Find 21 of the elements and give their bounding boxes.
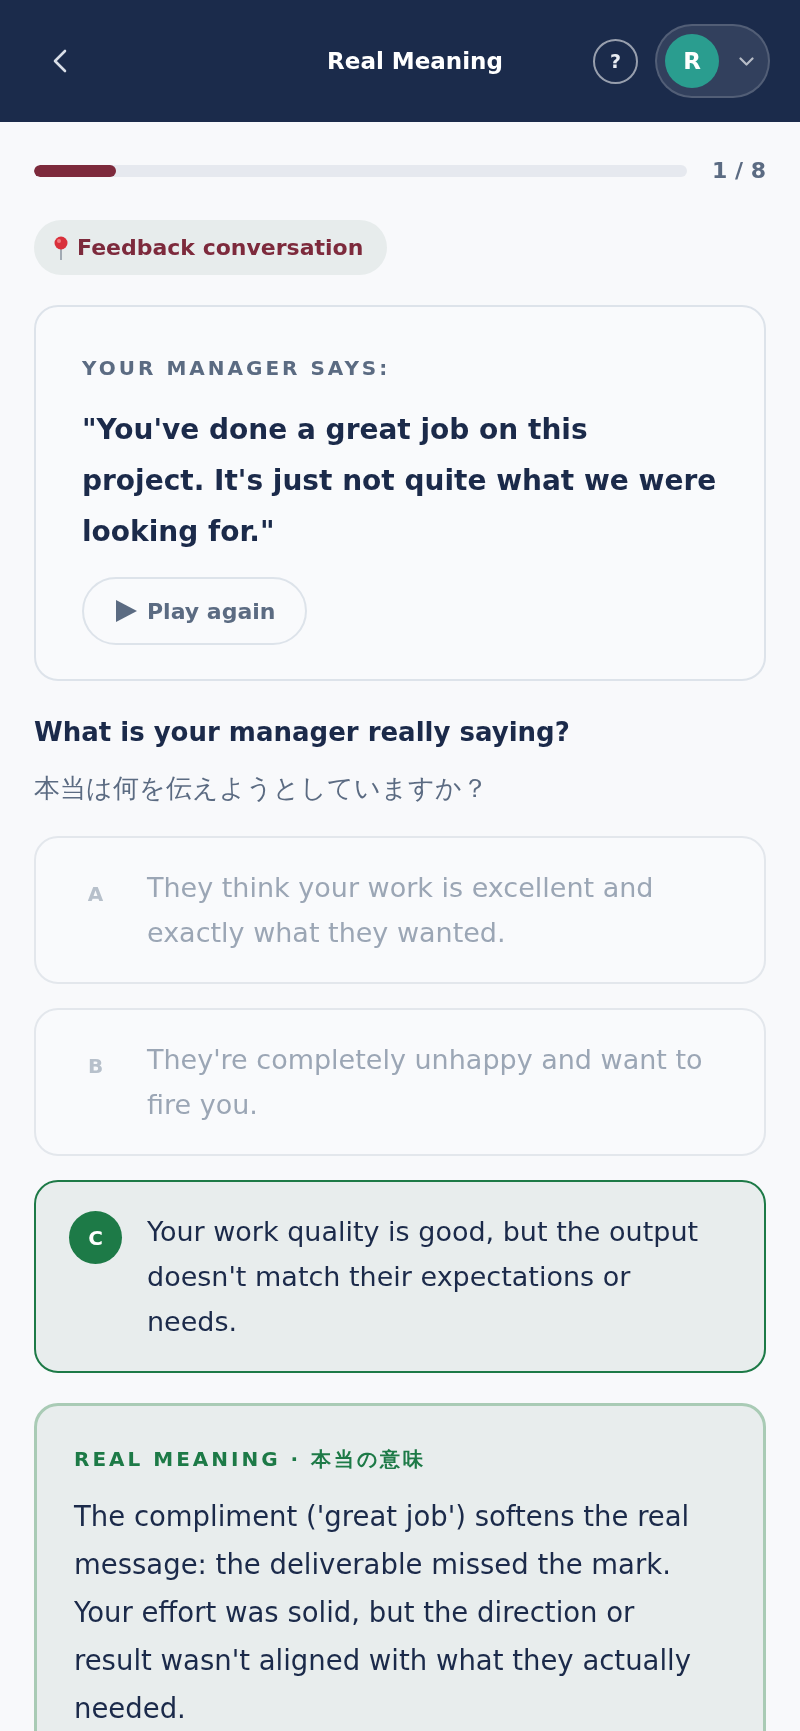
account-menu-button[interactable]: R (655, 24, 770, 98)
option-letter: B (86, 1052, 105, 1080)
back-icon (53, 49, 67, 73)
explanation-text: The compliment ('great job') softens the real message: the deliverable missed the mark. Your effort was solid, but the direction or result wasn't aligned with what they actually needed. (74, 1499, 692, 1726)
help-button[interactable]: ? (593, 38, 638, 84)
option-letter-badge: C (69, 1211, 122, 1264)
pushpin-icon (54, 235, 68, 260)
scenario-tag-label: Feedback conversation (77, 235, 364, 260)
explanation-label: REAL MEANING · 本当の意味 (74, 1446, 428, 1473)
progress-counter: 1 / 8 (712, 157, 766, 185)
avatar: R (665, 34, 719, 88)
chevron-down-icon (739, 56, 754, 66)
page-title: Real Meaning (326, 48, 503, 74)
quote-label: YOUR MANAGER SAYS: (82, 355, 391, 382)
question-subtitle: 本当は何を伝えようとしていますか？ (34, 772, 489, 805)
option-letter: A (86, 880, 105, 908)
quote-text: "You've done a great job on this project. It's just not quite what we were looking for." (82, 412, 718, 550)
play-again-button[interactable]: Play again (82, 577, 308, 645)
answer-option[interactable]: C Your work quality is good, but the output doesn't match their expectations or needs. (34, 1180, 766, 1373)
play-icon (116, 600, 137, 622)
question-title: What is your manager really saying? (34, 716, 571, 749)
